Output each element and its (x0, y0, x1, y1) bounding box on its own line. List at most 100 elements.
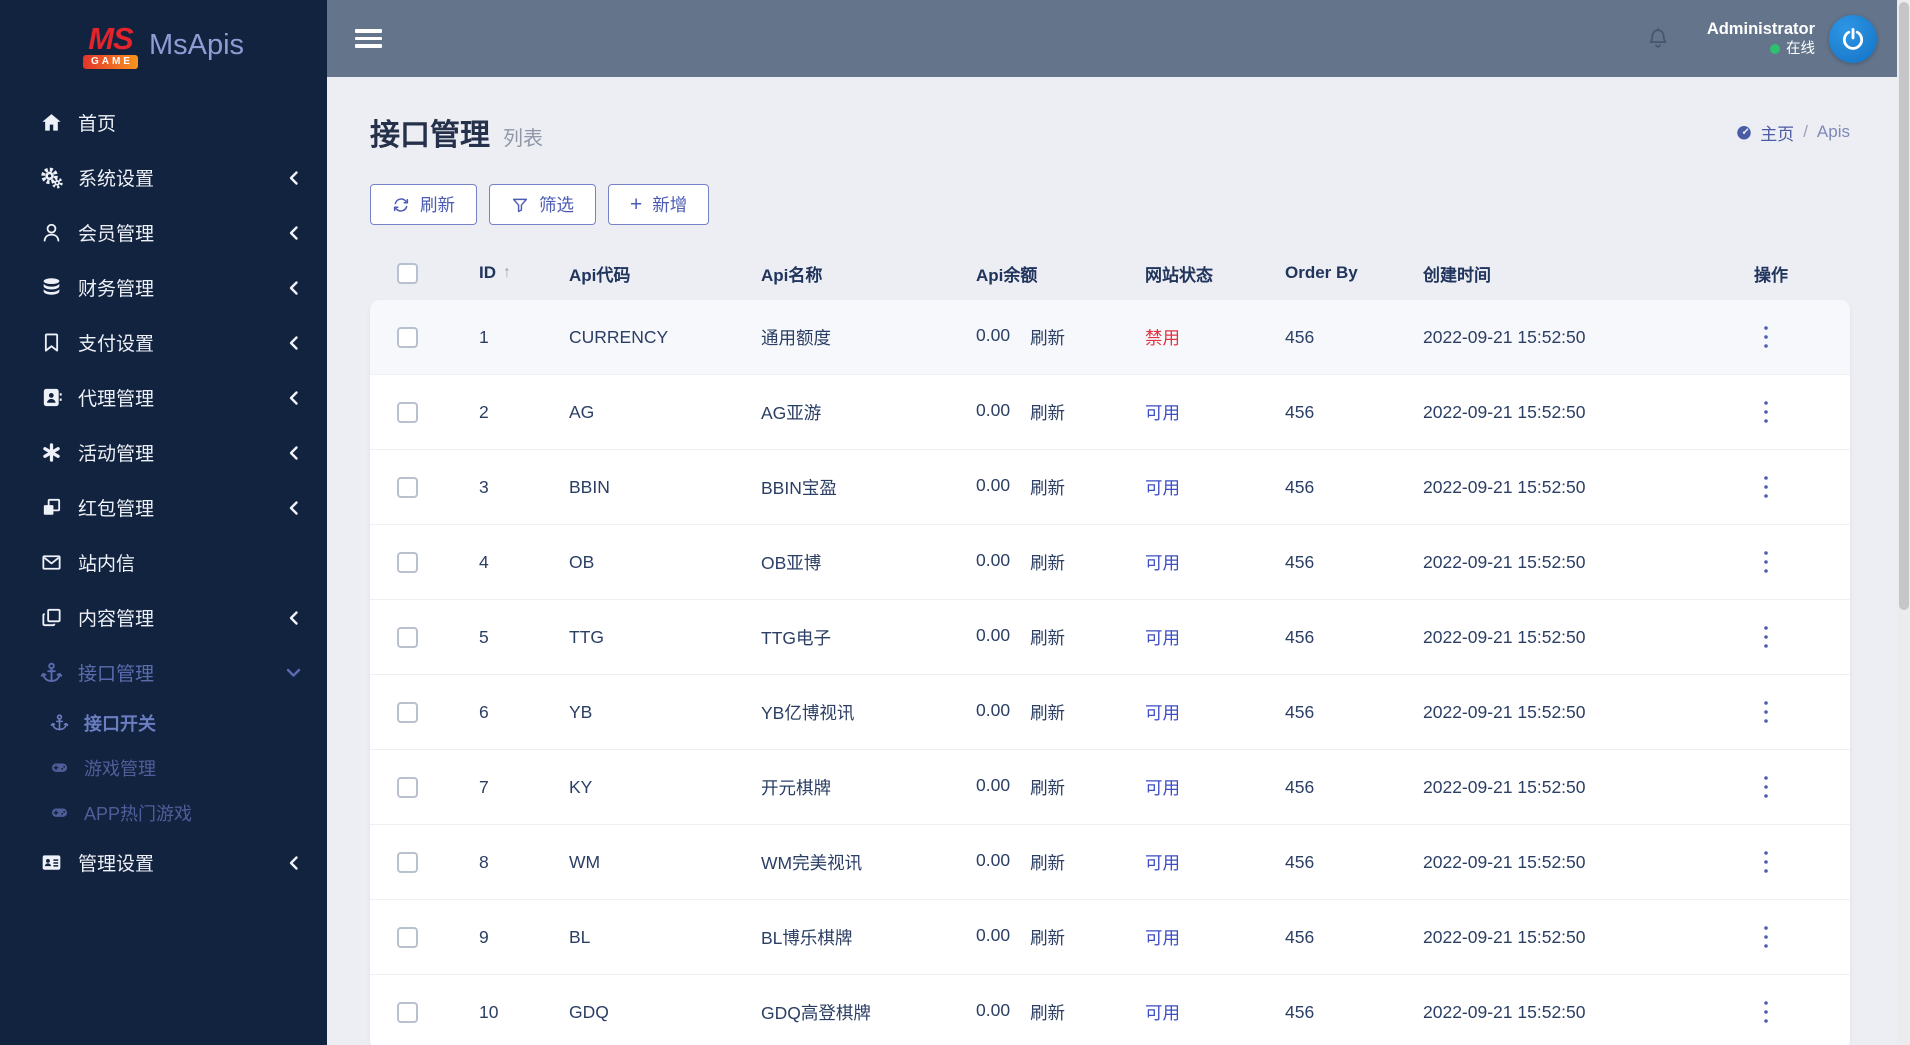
row-actions-kebab-icon[interactable] (1754, 845, 1778, 879)
user-info[interactable]: Administrator 在线 (1707, 19, 1815, 58)
brand-logo[interactable]: MS GAME MsApis (0, 0, 327, 77)
logout-power-button[interactable] (1829, 14, 1877, 63)
chevron-left-icon (288, 855, 299, 871)
balance-refresh-link[interactable]: 刷新 (1030, 625, 1065, 650)
cell-site-status[interactable]: 可用 (1111, 775, 1251, 800)
sort-asc-icon[interactable]: ↑ (503, 264, 511, 282)
balance-refresh-link[interactable]: 刷新 (1030, 550, 1065, 575)
header-api-name: Api名称 (761, 265, 823, 285)
row-checkbox[interactable] (397, 326, 418, 348)
cell-created-at: 2022-09-21 15:52:50 (1423, 851, 1586, 872)
cell-site-status[interactable]: 可用 (1111, 700, 1251, 725)
row-checkbox[interactable] (397, 626, 418, 648)
row-checkbox[interactable] (397, 551, 418, 573)
chevron-down-icon (286, 667, 302, 678)
sidebar-item-payment-settings[interactable]: 支付设置 (0, 315, 327, 370)
dashboard-icon (1737, 126, 1751, 140)
balance-value: 0.00 (976, 924, 1011, 945)
cell-site-status[interactable]: 可用 (1111, 1000, 1251, 1025)
page-subtitle: 列表 (503, 128, 543, 150)
select-all-checkbox[interactable] (397, 262, 418, 284)
row-actions-kebab-icon[interactable] (1754, 395, 1778, 429)
row-actions-kebab-icon[interactable] (1754, 770, 1778, 804)
cell-site-status[interactable]: 可用 (1111, 850, 1251, 875)
balance-refresh-link[interactable]: 刷新 (1030, 850, 1065, 875)
sidebar-item-finance-management[interactable]: 财务管理 (0, 260, 327, 315)
cell-api-name: GDQ高登棋牌 (761, 1002, 871, 1023)
chevron-left-icon (288, 280, 299, 296)
sidebar-item-api-management[interactable]: 接口管理 (0, 645, 327, 700)
cell-site-status[interactable]: 可用 (1111, 400, 1251, 425)
breadcrumb-current: Apis (1816, 122, 1850, 141)
sidebar-toggle-hamburger-icon[interactable] (355, 29, 382, 48)
row-checkbox[interactable] (397, 851, 418, 873)
cell-api-name: WM完美视讯 (761, 852, 863, 873)
row-checkbox[interactable] (397, 926, 418, 948)
cell-site-status[interactable]: 可用 (1111, 925, 1251, 950)
balance-refresh-link[interactable]: 刷新 (1030, 925, 1065, 950)
cell-site-status[interactable]: 可用 (1111, 475, 1251, 500)
row-actions-kebab-icon[interactable] (1754, 695, 1778, 729)
refresh-button-label: 刷新 (420, 195, 455, 215)
balance-value: 0.00 (976, 399, 1011, 420)
sidebar-subitem-game-management[interactable]: 游戏管理 (0, 745, 327, 790)
row-checkbox[interactable] (397, 701, 418, 723)
row-actions-kebab-icon[interactable] (1754, 545, 1778, 579)
breadcrumb-home-link[interactable]: 主页 (1735, 120, 1794, 145)
sidebar-item-site-messages[interactable]: 站内信 (0, 535, 327, 590)
sidebar-item-system-settings[interactable]: 系统设置 (0, 150, 327, 205)
header-site-status: 网站状态 (1145, 265, 1213, 285)
balance-refresh-link[interactable]: 刷新 (1030, 325, 1065, 350)
sidebar-item-label: 代理管理 (78, 389, 155, 410)
scrollbar-thumb[interactable] (1898, 2, 1909, 610)
sidebar-item-label: 游戏管理 (84, 758, 156, 779)
balance-refresh-link[interactable]: 刷新 (1030, 475, 1065, 500)
breadcrumb-home-label: 主页 (1760, 124, 1795, 144)
balance-refresh-link[interactable]: 刷新 (1030, 400, 1065, 425)
envelope-icon (38, 551, 65, 575)
topbar: Administrator 在线 (327, 0, 1897, 77)
cell-api-code: BL (569, 926, 591, 947)
cell-site-status[interactable]: 禁用 (1111, 325, 1251, 350)
sidebar-item-content-management[interactable]: 内容管理 (0, 590, 327, 645)
balance-value: 0.00 (976, 324, 1011, 345)
sidebar-subitem-api-switch[interactable]: 接口开关 (0, 700, 327, 745)
sidebar-item-member-management[interactable]: 会员管理 (0, 205, 327, 260)
sidebar-item-activity-management[interactable]: 活动管理 (0, 425, 327, 480)
sidebar-subitem-app-hot-games[interactable]: APP热门游戏 (0, 790, 327, 835)
cell-api-name: AG亚游 (761, 402, 822, 423)
header-id[interactable]: ID ↑ (445, 263, 535, 283)
cell-api-name: YB亿博视讯 (761, 702, 855, 723)
sidebar-item-home[interactable]: 首页 (0, 95, 327, 150)
cell-api-balance: 0.00 刷新 (942, 850, 1111, 875)
filter-button[interactable]: 筛选 (489, 184, 596, 225)
row-checkbox[interactable] (397, 1001, 418, 1023)
row-actions-kebab-icon[interactable] (1754, 995, 1778, 1029)
balance-refresh-link[interactable]: 刷新 (1030, 775, 1065, 800)
balance-value: 0.00 (976, 624, 1011, 645)
add-button[interactable]: + 新增 (608, 184, 710, 225)
refresh-button[interactable]: 刷新 (370, 184, 477, 225)
balance-refresh-link[interactable]: 刷新 (1030, 700, 1065, 725)
row-actions-kebab-icon[interactable] (1754, 320, 1778, 354)
cell-order-by: 456 (1285, 1001, 1315, 1022)
row-checkbox[interactable] (397, 476, 418, 498)
sidebar-item-red-packet-management[interactable]: 红包管理 (0, 480, 327, 535)
sidebar-item-admin-settings[interactable]: 管理设置 (0, 835, 327, 890)
row-actions-kebab-icon[interactable] (1754, 920, 1778, 954)
row-actions-kebab-icon[interactable] (1754, 470, 1778, 504)
balance-refresh-link[interactable]: 刷新 (1030, 1000, 1065, 1025)
notifications-bell-icon[interactable] (1645, 26, 1671, 52)
cell-created-at: 2022-09-21 15:52:50 (1423, 476, 1586, 497)
cell-api-balance: 0.00 刷新 (942, 1000, 1111, 1025)
cell-site-status[interactable]: 可用 (1111, 550, 1251, 575)
chevron-left-icon (288, 445, 299, 461)
row-checkbox[interactable] (397, 776, 418, 798)
row-checkbox[interactable] (397, 401, 418, 423)
row-actions-kebab-icon[interactable] (1754, 620, 1778, 654)
sidebar-item-agent-management[interactable]: 代理管理 (0, 370, 327, 425)
cell-api-name: BL博乐棋牌 (761, 927, 853, 948)
cell-site-status[interactable]: 可用 (1111, 625, 1251, 650)
cell-created-at: 2022-09-21 15:52:50 (1423, 926, 1586, 947)
copy-icon (38, 606, 65, 630)
